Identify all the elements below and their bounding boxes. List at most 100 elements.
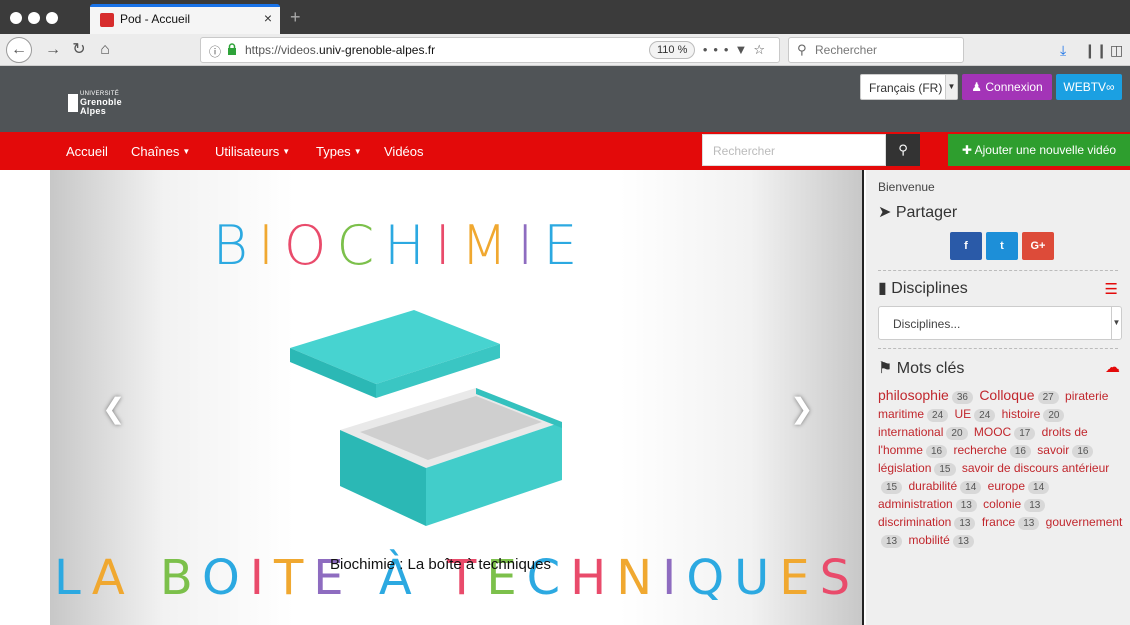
nav-item-accueil[interactable]: Accueil (66, 144, 108, 159)
tag-count-badge: 27 (1037, 391, 1059, 404)
featured-carousel: BIOCHIMIE LA BOITE À TECHNIQUES Biochimi… (0, 170, 864, 625)
tag-link[interactable]: international (878, 425, 943, 439)
tag-icon: ⚑ (878, 360, 893, 377)
facebook-share-button[interactable]: f (950, 232, 982, 260)
tag-link[interactable]: gouvernement (1046, 515, 1123, 529)
tag-link[interactable]: Colloque (979, 387, 1034, 403)
tag-count-badge: 15 (934, 463, 956, 476)
nav-item-types[interactable]: Types ▼ (316, 144, 362, 159)
tag-link[interactable]: recherche (953, 443, 1006, 457)
caret-down-icon: ▼ (182, 147, 191, 156)
tag-count-badge: 24 (927, 409, 949, 422)
tag-count-badge: 13 (952, 535, 974, 548)
twitter-share-button[interactable]: t (986, 232, 1018, 260)
caret-down-icon: ▼ (353, 147, 362, 156)
site-search-input[interactable]: Rechercher (702, 134, 886, 166)
tag-link[interactable]: UE (954, 407, 971, 421)
browser-toolbar: ← → ↻ ⌂ ⓘ https://videos.univ-grenoble-a… (0, 34, 1130, 66)
tag-count-badge: 16 (1072, 445, 1094, 458)
divider (878, 348, 1118, 349)
disciplines-heading: ▮ Disciplines (878, 280, 968, 297)
tab-close-icon[interactable]: × (264, 10, 272, 26)
welcome-text: Bienvenue (878, 180, 935, 194)
chevron-down-icon: ▼ (945, 75, 957, 99)
tag-link[interactable]: administration (878, 497, 953, 511)
link-icon: ∞ (1106, 80, 1115, 94)
back-arrow-icon[interactable]: ← (6, 37, 32, 63)
tag-link[interactable]: histoire (1002, 407, 1041, 421)
tag-count-badge: 14 (1028, 481, 1050, 494)
chevron-down-icon: ▼ (1111, 307, 1121, 339)
logo-text: UNIVERSITÉ Grenoble Alpes (80, 91, 122, 116)
share-heading: ➤ Partager (878, 204, 958, 221)
carousel-slide[interactable]: BIOCHIMIE LA BOITE À TECHNIQUES Biochimi… (50, 170, 862, 625)
tag-link[interactable]: savoir (1037, 443, 1069, 457)
paper-plane-icon: ➤ (878, 204, 892, 221)
page-actions-menu-icon[interactable]: ••• (703, 42, 735, 57)
tab-title: Pod - Accueil (120, 12, 191, 26)
tag-count-badge: 20 (946, 427, 968, 440)
language-select[interactable]: Français (FR) ▼ (860, 74, 958, 100)
forward-arrow-icon[interactable]: → (40, 38, 66, 62)
zoom-level-badge[interactable]: 110 % (649, 41, 696, 59)
disciplines-select[interactable]: Disciplines... ▼ (878, 306, 1122, 340)
downloads-icon[interactable]: ⤓ (1060, 42, 1066, 59)
slide-caption[interactable]: Biochimie : La boîte à techniques (330, 556, 551, 573)
info-icon[interactable]: ⓘ (209, 43, 221, 60)
reload-icon[interactable]: ↻ (66, 38, 92, 62)
tag-count-badge: 17 (1014, 427, 1036, 440)
divider (878, 270, 1118, 271)
tag-link[interactable]: législation (878, 461, 931, 475)
search-icon: ⚲ (797, 42, 807, 57)
tag-count-badge: 24 (974, 409, 996, 422)
window-minimize-dot[interactable] (28, 12, 40, 24)
carousel-prev-icon[interactable]: ❮ (102, 392, 125, 425)
tag-count-badge: 16 (925, 445, 948, 458)
cloud-icon[interactable]: ☁ (1105, 358, 1120, 376)
tag-count-badge: 20 (1043, 409, 1065, 422)
language-select-value: Français (FR) (869, 81, 943, 95)
browser-search-input[interactable]: ⚲ Rechercher (788, 37, 964, 63)
window-close-dot[interactable] (10, 12, 22, 24)
url-actions: •••▼☆ (703, 42, 771, 58)
home-icon[interactable]: ⌂ (92, 38, 118, 62)
nav-item-chaines[interactable]: Chaînes ▼ (131, 144, 190, 159)
university-logo[interactable]: UNIVERSITÉ Grenoble Alpes (68, 90, 138, 116)
sidebar-toggle-icon[interactable]: ◫ (1110, 42, 1123, 59)
tags-heading: ⚑ Mots clés (878, 360, 965, 377)
tag-link[interactable]: MOOC (974, 425, 1011, 439)
tag-link[interactable]: france (982, 515, 1015, 529)
list-icon[interactable]: ☰ (1105, 280, 1118, 298)
tag-count-badge: 16 (1009, 445, 1031, 458)
add-video-button[interactable]: ✚ Ajouter une nouvelle vidéo (948, 134, 1130, 166)
tag-count-badge: 13 (1018, 517, 1040, 530)
window-zoom-dot[interactable] (46, 12, 58, 24)
library-icon[interactable]: ❙❙ (1084, 42, 1107, 59)
tag-link[interactable]: philosophie (878, 387, 949, 403)
site-header: UNIVERSITÉ Grenoble Alpes Français (FR) … (0, 66, 1130, 132)
new-tab-icon[interactable]: + (290, 7, 301, 28)
nav-item-videos[interactable]: Vidéos (384, 144, 424, 159)
bookmark-star-icon[interactable]: ☆ (753, 42, 771, 57)
pocket-icon[interactable]: ▼ (734, 42, 753, 57)
tag-link[interactable]: savoir de discours antérieur (962, 461, 1109, 475)
webtv-button[interactable]: WEBTV∞ (1056, 74, 1122, 100)
login-button[interactable]: ♟ Connexion (962, 74, 1052, 100)
googleplus-share-button[interactable]: G+ (1022, 232, 1054, 260)
site-search-button[interactable]: ⚲ (886, 134, 920, 166)
site-favicon-icon (100, 13, 114, 27)
lock-icon[interactable] (227, 43, 237, 55)
tag-link[interactable]: durabilité (908, 479, 957, 493)
tag-link[interactable]: europe (988, 479, 1025, 493)
box-illustration (290, 310, 562, 526)
nav-item-utilisateurs[interactable]: Utilisateurs ▼ (215, 144, 290, 159)
url-bar[interactable]: ⓘ https://videos.univ-grenoble-alpes.fr … (200, 37, 780, 63)
carousel-next-icon[interactable]: ❯ (790, 392, 813, 425)
tag-link[interactable]: mobilité (908, 533, 949, 547)
tag-link[interactable]: colonie (983, 497, 1021, 511)
caret-down-icon: ▼ (282, 147, 291, 156)
tag-link[interactable]: discrimination (878, 515, 951, 529)
tag-count-badge: 15 (881, 481, 903, 494)
browser-tab[interactable]: Pod - Accueil × (90, 4, 280, 34)
url-text: https://videos.univ-grenoble-alpes.fr (245, 43, 436, 57)
